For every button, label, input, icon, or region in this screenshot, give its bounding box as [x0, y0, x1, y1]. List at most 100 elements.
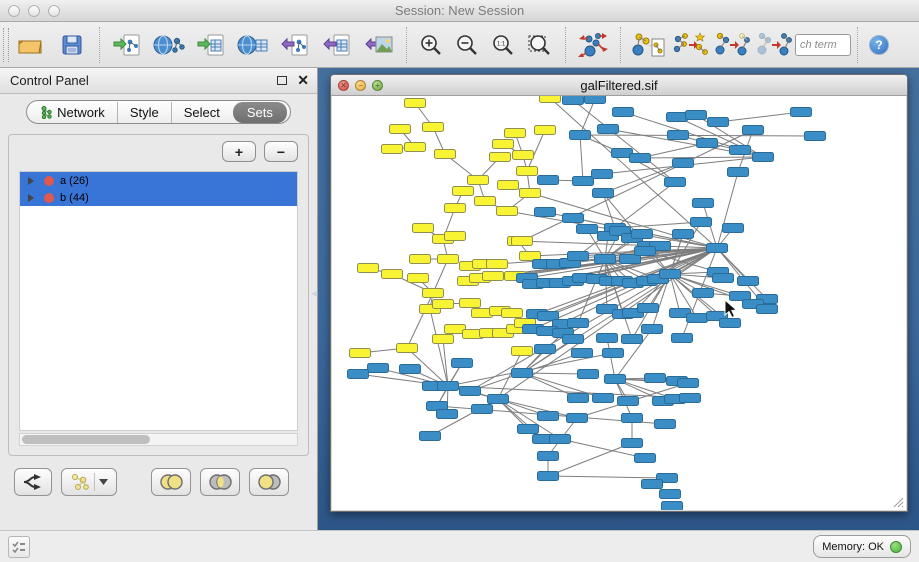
- network-node: [538, 472, 559, 481]
- network-node: [423, 289, 444, 298]
- save-floppy-icon: [60, 34, 84, 56]
- network-node: [452, 359, 473, 368]
- new-network-from-selection-button[interactable]: [627, 26, 669, 64]
- set-label: a (26): [60, 175, 89, 187]
- window-title: Session: New Session: [0, 3, 919, 18]
- import-table-web-icon: [237, 33, 269, 57]
- union-sets-button[interactable]: [151, 468, 191, 496]
- export-network-button[interactable]: [274, 26, 316, 64]
- task-history-button[interactable]: [8, 536, 30, 558]
- toolbar-separator: [620, 27, 621, 63]
- tab-style[interactable]: Style: [117, 102, 171, 123]
- network-canvas[interactable]: [332, 96, 906, 510]
- search-input[interactable]: [795, 34, 851, 56]
- zoom-out-button[interactable]: [449, 26, 485, 64]
- network-node: [655, 420, 676, 429]
- network-node: [563, 335, 584, 344]
- network-window-titlebar[interactable]: ✕ − + galFiltered.sif: [331, 75, 907, 96]
- panel-collapse-handle[interactable]: ◀: [311, 288, 318, 300]
- apply-layout-button[interactable]: [572, 26, 614, 64]
- network-node: [573, 177, 594, 186]
- intersect-sets-button[interactable]: [200, 468, 240, 496]
- network-node: [438, 382, 459, 391]
- import-network-file-button[interactable]: [106, 26, 148, 64]
- horizontal-scrollbar[interactable]: [19, 433, 298, 446]
- network-node: [568, 319, 589, 328]
- list-item-set-a[interactable]: a (26): [20, 172, 297, 189]
- zoom-in-button[interactable]: [413, 26, 449, 64]
- network-node: [460, 299, 481, 308]
- control-panel-header: Control Panel ✕: [0, 68, 317, 94]
- network-node: [517, 167, 538, 176]
- float-panel-icon[interactable]: [277, 76, 287, 85]
- add-set-button[interactable]: +: [222, 141, 256, 162]
- network-node: [512, 237, 533, 246]
- control-panel: Control Panel ✕ Network Style: [0, 68, 318, 530]
- network-node: [563, 96, 584, 105]
- apply-layout-icon: [576, 31, 610, 59]
- network-node: [475, 197, 496, 206]
- zoom-actual-size-button[interactable]: 1:1: [485, 26, 521, 64]
- difference-sets-button[interactable]: [249, 468, 289, 496]
- list-item-set-b[interactable]: b (44): [20, 189, 297, 206]
- export-image-button[interactable]: [358, 26, 400, 64]
- split-set-button[interactable]: [14, 468, 52, 496]
- disclosure-triangle-icon[interactable]: [28, 177, 34, 185]
- show-all-button[interactable]: [753, 26, 795, 64]
- help-button[interactable]: ?: [864, 26, 894, 64]
- resize-grip-icon[interactable]: [892, 496, 904, 508]
- network-node: [438, 255, 459, 264]
- network-node: [593, 394, 614, 403]
- create-set-from-network-combo[interactable]: [61, 468, 117, 496]
- remove-set-button[interactable]: −: [264, 141, 298, 162]
- network-node: [680, 394, 701, 403]
- dropdown-caret-icon: [99, 479, 108, 485]
- network-node: [687, 314, 708, 323]
- save-session-button[interactable]: [51, 26, 93, 64]
- network-node: [757, 305, 778, 314]
- export-table-button[interactable]: [316, 26, 358, 64]
- network-node: [622, 335, 643, 344]
- network-node: [472, 405, 493, 414]
- network-node: [350, 349, 371, 358]
- help-icon: ?: [869, 35, 889, 55]
- tab-sets[interactable]: Sets: [233, 102, 287, 123]
- network-node: [791, 108, 812, 117]
- network-node: [563, 214, 584, 223]
- network-node: [433, 335, 454, 344]
- network-node: [572, 349, 593, 358]
- close-panel-icon[interactable]: ✕: [297, 72, 309, 89]
- network-node: [437, 410, 458, 419]
- disclosure-triangle-icon[interactable]: [28, 194, 34, 202]
- scrollbar-thumb[interactable]: [22, 435, 150, 444]
- network-node: [518, 425, 539, 434]
- import-table-web-button[interactable]: [232, 26, 274, 64]
- zoom-in-icon: [419, 33, 443, 57]
- network-node: [368, 364, 389, 373]
- network-node: [613, 108, 634, 117]
- zoom-out-icon: [455, 33, 479, 57]
- network-node: [603, 349, 624, 358]
- open-session-button[interactable]: [9, 26, 51, 64]
- network-node: [597, 334, 618, 343]
- hide-selected-button[interactable]: [711, 26, 753, 64]
- split-arrows-icon: [22, 473, 44, 491]
- import-network-web-button[interactable]: [148, 26, 190, 64]
- toolbar-separator: [857, 27, 858, 63]
- import-table-file-button[interactable]: [190, 26, 232, 64]
- sets-panel: + − a (26) b (44): [8, 134, 309, 456]
- svg-text:1:1: 1:1: [497, 41, 506, 47]
- network-node: [618, 397, 639, 406]
- memory-status-button[interactable]: Memory: OK: [813, 535, 911, 558]
- tab-network[interactable]: Network: [29, 102, 117, 123]
- network-node: [728, 168, 749, 177]
- zoom-fit-selected-button[interactable]: [521, 26, 559, 64]
- network-desktop: ✕ − + galFiltered.sif: [318, 68, 919, 530]
- memory-ok-indicator-icon: [890, 541, 902, 553]
- network-window[interactable]: ✕ − + galFiltered.sif: [330, 74, 908, 512]
- network-node: [570, 131, 591, 140]
- tab-select[interactable]: Select: [171, 102, 232, 123]
- select-first-neighbors-button[interactable]: [669, 26, 711, 64]
- task-checklist-icon: [12, 541, 26, 553]
- tab-label: Style: [130, 105, 159, 120]
